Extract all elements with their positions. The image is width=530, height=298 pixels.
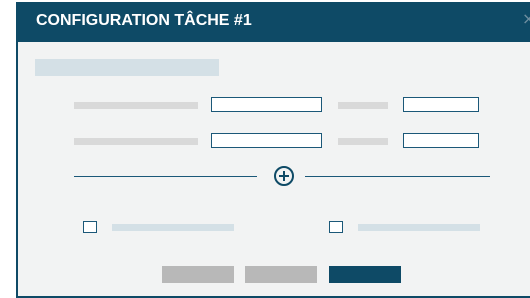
secondary-button-2[interactable] (245, 266, 317, 283)
text-field-1a[interactable] (211, 97, 322, 112)
field-label-placeholder-2b (338, 138, 388, 145)
option-checkbox-1[interactable] (83, 221, 97, 233)
option-checkbox-2[interactable] (329, 221, 343, 233)
configuration-dialog: CONFIGURATION TÂCHE #1 × (16, 2, 530, 298)
text-field-1b[interactable] (403, 97, 479, 112)
option-label-placeholder-2 (358, 224, 480, 231)
dialog-header: CONFIGURATION TÂCHE #1 × (18, 2, 530, 42)
divider-right (305, 176, 490, 177)
option-label-placeholder-1 (112, 224, 234, 231)
section-title-placeholder (35, 59, 219, 76)
field-label-placeholder-1b (338, 102, 388, 109)
field-label-placeholder-1a (74, 102, 198, 109)
dialog-title: CONFIGURATION TÂCHE #1 (36, 12, 252, 29)
text-field-2b[interactable] (403, 133, 479, 148)
close-icon[interactable]: × (522, 9, 530, 29)
primary-button[interactable] (329, 266, 401, 283)
divider-left (74, 176, 257, 177)
plus-circle-icon[interactable] (274, 166, 294, 186)
field-label-placeholder-2a (74, 138, 198, 145)
text-field-2a[interactable] (211, 133, 322, 148)
secondary-button-1[interactable] (162, 266, 234, 283)
